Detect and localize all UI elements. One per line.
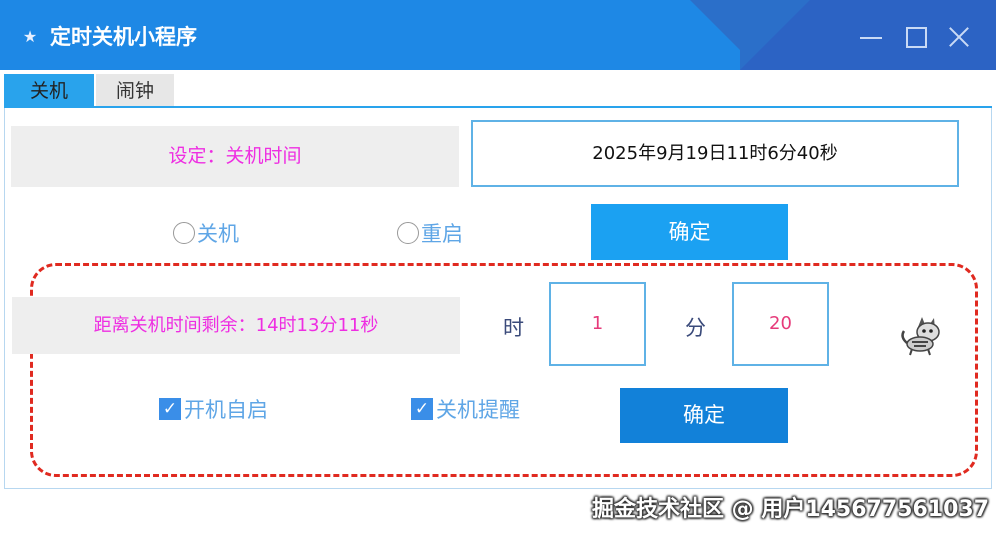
- tab-alarm[interactable]: 闹钟: [96, 74, 174, 108]
- tab-shutdown[interactable]: 关机: [4, 74, 94, 108]
- radio-shutdown[interactable]: 关机: [173, 219, 239, 249]
- checkbox-autostart-label: 开机自启: [184, 398, 268, 422]
- panel-border: [4, 488, 992, 489]
- title-bar[interactable]: ★ 定时关机小程序: [0, 0, 996, 70]
- checkmark-icon[interactable]: ✓: [159, 398, 181, 420]
- checkmark-icon[interactable]: ✓: [411, 398, 433, 420]
- panel-border: [4, 108, 5, 488]
- maximize-button[interactable]: [904, 24, 930, 50]
- tab-bar: 关机 闹钟: [0, 70, 996, 108]
- window-title: 定时关机小程序: [50, 25, 197, 49]
- checkbox-reminder-label: 关机提醒: [436, 398, 520, 422]
- countdown-group-highlight: [30, 263, 978, 477]
- titlebar-decoration: [740, 0, 810, 70]
- confirm-countdown-button[interactable]: 确定: [620, 388, 788, 443]
- hour-unit-label: 时: [503, 316, 524, 340]
- radio-restart[interactable]: 重启: [397, 219, 463, 249]
- minute-unit-label: 分: [685, 316, 706, 340]
- checkbox-shutdown-reminder[interactable]: ✓ 关机提醒: [411, 396, 520, 424]
- remaining-time-label: 距离关机时间剩余：14时13分11秒: [12, 297, 460, 354]
- close-button[interactable]: [946, 24, 972, 50]
- radio-circle[interactable]: [173, 222, 195, 244]
- radio-restart-label: 重启: [421, 222, 463, 246]
- tab-underline: [4, 106, 992, 108]
- confirm-shutdown-time-button[interactable]: 确定: [591, 204, 788, 260]
- radio-circle[interactable]: [397, 222, 419, 244]
- watermark: 掘金技术社区 @ 用户145677561037: [592, 497, 990, 522]
- app-icon: ★: [22, 27, 38, 46]
- cat-icon: [898, 313, 946, 357]
- set-shutdown-time-label: 设定：关机时间: [11, 126, 459, 187]
- minimize-button[interactable]: [858, 24, 884, 50]
- panel-border: [991, 108, 992, 488]
- minutes-input[interactable]: 20: [732, 282, 829, 366]
- radio-shutdown-label: 关机: [197, 222, 239, 246]
- datetime-picker[interactable]: 2025年9月19日11时6分40秒: [471, 120, 959, 187]
- checkbox-autostart[interactable]: ✓ 开机自启: [159, 396, 268, 424]
- hours-input[interactable]: 1: [549, 282, 646, 366]
